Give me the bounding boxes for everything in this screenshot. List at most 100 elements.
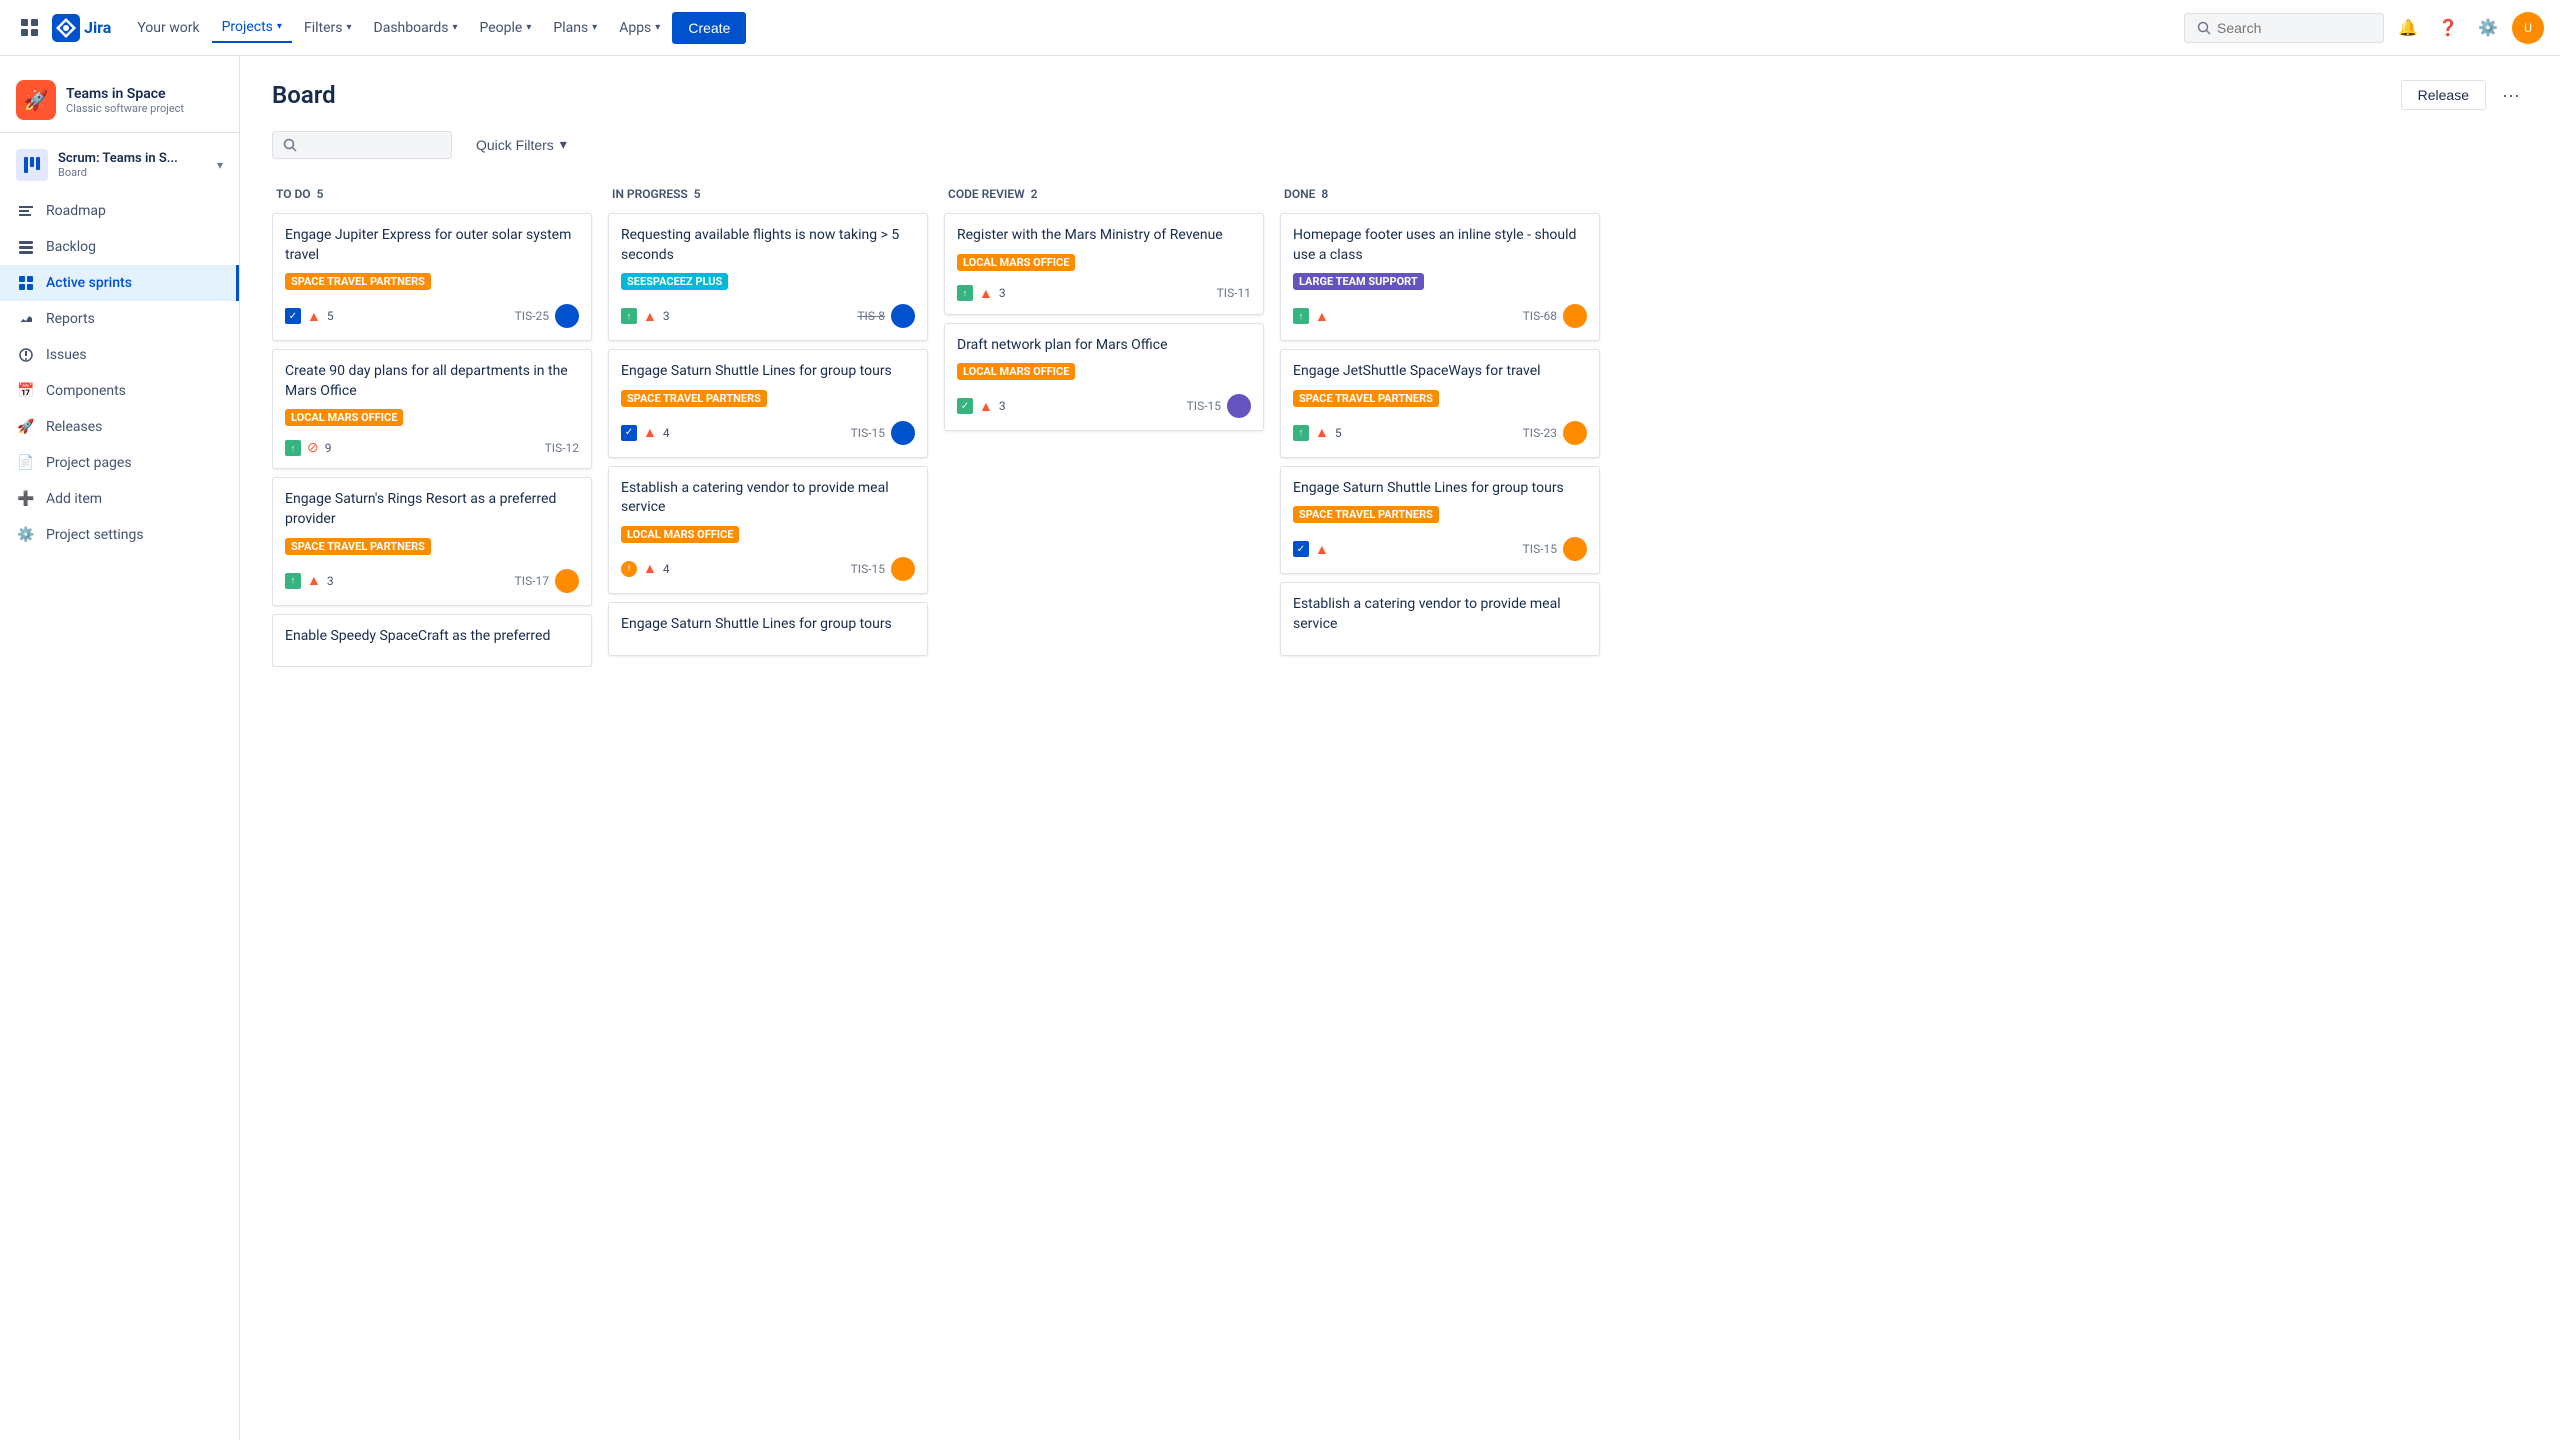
- board-search[interactable]: [272, 131, 452, 159]
- nav-people[interactable]: People ▾: [469, 14, 541, 42]
- nav-filters[interactable]: Filters ▾: [294, 14, 362, 42]
- plans-chevron-icon: ▾: [592, 22, 597, 33]
- card-label: SEESPACEEZ PLUS: [621, 273, 728, 290]
- card-assignee-avatar: [555, 569, 579, 593]
- help-button[interactable]: ❓: [2432, 12, 2464, 44]
- column-header-inprogress: IN PROGRESS 5: [608, 179, 928, 213]
- release-button[interactable]: Release: [2401, 80, 2486, 110]
- column-count-inprogress: 5: [694, 187, 701, 201]
- card[interactable]: Engage Saturn's Rings Resort as a prefer…: [272, 477, 592, 605]
- search-box[interactable]: [2184, 13, 2384, 43]
- card[interactable]: Draft network plan for Mars OfficeLOCAL …: [944, 323, 1264, 432]
- nav-projects[interactable]: Projects ▾: [212, 13, 292, 43]
- scrum-board-section[interactable]: Scrum: Teams in S... Board ▾: [0, 141, 239, 189]
- column-cards-todo: Engage Jupiter Express for outer solar s…: [272, 213, 592, 667]
- card-title: Enable Speedy SpaceCraft as the preferre…: [285, 627, 579, 647]
- card[interactable]: Engage Saturn Shuttle Lines for group to…: [1280, 466, 1600, 575]
- card-label: SPACE TRAVEL PARTNERS: [621, 390, 767, 407]
- sidebar-item-add-item[interactable]: ➕ Add item: [0, 481, 239, 517]
- board-toolbar: Quick Filters ▾: [272, 130, 2528, 159]
- card-footer: ✓▲5TIS-25: [285, 304, 579, 328]
- board-actions: Release ···: [2401, 80, 2528, 110]
- sprints-icon: [16, 273, 36, 293]
- priority-up-icon: ▲: [643, 424, 657, 441]
- card-title: Establish a catering vendor to provide m…: [1293, 595, 1587, 634]
- card[interactable]: Requesting available flights is now taki…: [608, 213, 928, 341]
- card-footer-right: TIS-15: [851, 421, 915, 445]
- sidebar-item-components[interactable]: 📅 Components: [0, 373, 239, 409]
- sidebar-item-project-settings[interactable]: ⚙️ Project settings: [0, 517, 239, 553]
- story-icon: ↑: [1293, 308, 1309, 324]
- sidebar-item-reports[interactable]: Reports: [0, 301, 239, 337]
- card[interactable]: Homepage footer uses an inline style - s…: [1280, 213, 1600, 341]
- scrum-name: Scrum: Teams in S...: [58, 151, 207, 166]
- card[interactable]: Engage Saturn Shuttle Lines for group to…: [608, 349, 928, 458]
- main-nav: Your work Projects ▾ Filters ▾ Dashboard…: [127, 12, 2176, 44]
- card[interactable]: Engage JetShuttle SpaceWays for travelSP…: [1280, 349, 1600, 458]
- issues-icon: [16, 345, 36, 365]
- column-header-done: DONE 8: [1280, 179, 1600, 213]
- card-assignee-avatar: [891, 304, 915, 328]
- card-footer-right: TIS-15: [1187, 394, 1251, 418]
- card-assignee-avatar: [555, 304, 579, 328]
- card[interactable]: Enable Speedy SpaceCraft as the preferre…: [272, 614, 592, 668]
- column-cards-inprogress: Requesting available flights is now taki…: [608, 213, 928, 656]
- column-header-codereview: CODE REVIEW 2: [944, 179, 1264, 213]
- sidebar-item-backlog[interactable]: Backlog: [0, 229, 239, 265]
- card-label: LOCAL MARS OFFICE: [285, 409, 403, 426]
- create-button[interactable]: Create: [672, 12, 746, 44]
- card[interactable]: Engage Saturn Shuttle Lines for group to…: [608, 602, 928, 656]
- card-label: SPACE TRAVEL PARTNERS: [1293, 506, 1439, 523]
- sidebar-item-roadmap[interactable]: Roadmap: [0, 193, 239, 229]
- card-id: TIS-15: [1187, 399, 1221, 413]
- main-content: Board Release ··· Quick Filters ▾ TO DO …: [240, 56, 2560, 691]
- notifications-button[interactable]: 🔔: [2392, 12, 2424, 44]
- column-header-todo: TO DO 5: [272, 179, 592, 213]
- check-icon: ✓: [285, 308, 301, 324]
- card-title: Engage Saturn Shuttle Lines for group to…: [621, 362, 915, 382]
- add-icon: ➕: [16, 489, 36, 509]
- user-avatar[interactable]: U: [2512, 12, 2544, 44]
- jira-logo[interactable]: Jira: [52, 14, 111, 42]
- column-count-done: 8: [1321, 187, 1328, 201]
- card[interactable]: Engage Jupiter Express for outer solar s…: [272, 213, 592, 341]
- card-count: 4: [663, 426, 670, 440]
- column-done: DONE 8 Homepage footer uses an inline sty…: [1280, 179, 1600, 656]
- sidebar-item-releases[interactable]: 🚀 Releases: [0, 409, 239, 445]
- scrum-icon: [16, 149, 48, 181]
- project-icon: 🚀: [16, 80, 56, 120]
- nav-plans[interactable]: Plans ▾: [543, 14, 607, 42]
- projects-chevron-icon: ▾: [277, 21, 282, 32]
- card-count: 9: [325, 441, 332, 455]
- priority-up-icon: ▲: [1315, 424, 1329, 441]
- card-assignee-avatar: [1563, 421, 1587, 445]
- block-icon: ⊘: [307, 440, 319, 456]
- sidebar-item-project-pages[interactable]: 📄 Project pages: [0, 445, 239, 481]
- card-footer: !▲4TIS-15: [621, 557, 915, 581]
- grid-icon[interactable]: [16, 14, 44, 42]
- more-options-button[interactable]: ···: [2494, 81, 2528, 110]
- sidebar-project-header[interactable]: 🚀 Teams in Space Classic software projec…: [0, 72, 239, 133]
- card-title: Engage Jupiter Express for outer solar s…: [285, 226, 579, 265]
- sidebar-item-active-sprints[interactable]: Active sprints: [0, 265, 239, 301]
- card-footer: ↑▲5TIS-23: [1293, 421, 1587, 445]
- card[interactable]: Establish a catering vendor to provide m…: [608, 466, 928, 594]
- card-count: 3: [327, 574, 334, 588]
- project-info: Teams in Space Classic software project: [66, 86, 223, 115]
- quick-filters-button[interactable]: Quick Filters ▾: [464, 130, 579, 159]
- card[interactable]: Create 90 day plans for all departments …: [272, 349, 592, 469]
- nav-your-work[interactable]: Your work: [127, 14, 209, 42]
- pages-icon: 📄: [16, 453, 36, 473]
- nav-apps[interactable]: Apps ▾: [609, 14, 670, 42]
- quick-filters-chevron-icon: ▾: [560, 136, 567, 153]
- card[interactable]: Establish a catering vendor to provide m…: [1280, 582, 1600, 655]
- nav-dashboards[interactable]: Dashboards ▾: [364, 14, 468, 42]
- scrum-info: Scrum: Teams in S... Board: [58, 151, 207, 179]
- card[interactable]: Register with the Mars Ministry of Reven…: [944, 213, 1264, 315]
- card-footer-right: TIS-11: [1217, 286, 1251, 300]
- card-count: 5: [1335, 426, 1342, 440]
- settings-button[interactable]: ⚙️: [2472, 12, 2504, 44]
- sidebar-item-issues[interactable]: Issues: [0, 337, 239, 373]
- search-input[interactable]: [2217, 20, 2357, 36]
- card-title: Homepage footer uses an inline style - s…: [1293, 226, 1587, 265]
